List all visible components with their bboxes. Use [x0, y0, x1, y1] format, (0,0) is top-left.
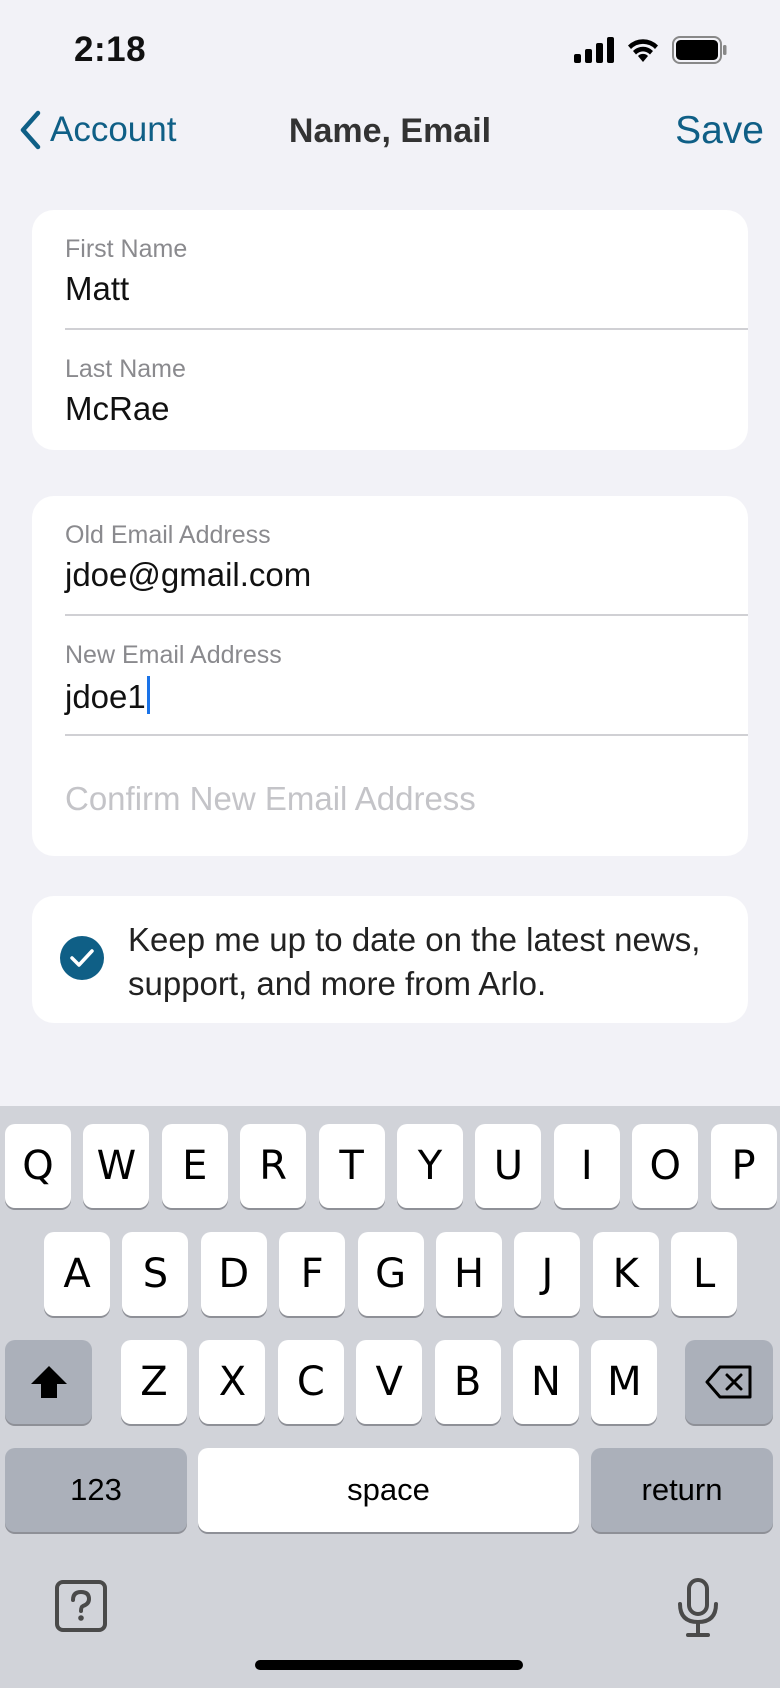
first-name-value: Matt	[65, 270, 130, 307]
page-title: Name, Email	[288, 112, 492, 150]
key-h[interactable]: H	[436, 1232, 502, 1316]
key-n[interactable]: N	[513, 1340, 579, 1424]
key-k[interactable]: K	[592, 1232, 659, 1316]
new-email-value: jdoe1	[65, 678, 146, 715]
optin-text: Keep me up to date on the latest news, s…	[128, 921, 701, 1002]
checkmark-icon	[70, 949, 94, 967]
battery-icon	[672, 36, 727, 64]
keyboard: QWERTYUIOP ASDFGHJKL ZXCVBNM 123 space r…	[0, 1106, 780, 1688]
key-r[interactable]: R	[240, 1124, 307, 1208]
key-s[interactable]: S	[122, 1232, 189, 1316]
confirm-email-placeholder: Confirm New Email Address	[65, 780, 476, 817]
status-icons	[574, 36, 728, 64]
first-name-label: First Name	[65, 235, 188, 263]
first-name-field[interactable]: First Name Matt	[32, 210, 748, 330]
return-key[interactable]: return	[591, 1448, 773, 1532]
key-p[interactable]: P	[710, 1124, 777, 1208]
name-card: First Name Matt Last Name McRae	[32, 210, 748, 450]
key-c[interactable]: C	[277, 1340, 344, 1424]
home-indicator	[255, 1660, 523, 1670]
status-bar: 2:18	[0, 0, 780, 100]
save-button[interactable]: Save	[675, 109, 764, 153]
delete-icon	[705, 1365, 752, 1399]
cellular-signal-icon	[574, 37, 614, 63]
shift-key[interactable]	[5, 1340, 92, 1424]
key-b[interactable]: B	[434, 1340, 501, 1424]
last-name-field[interactable]: Last Name McRae	[32, 330, 748, 450]
delete-key[interactable]	[685, 1340, 773, 1424]
numbers-key[interactable]: 123	[5, 1448, 187, 1532]
space-key[interactable]: space	[198, 1448, 579, 1532]
newsletter-optin-card: Keep me up to date on the latest news, s…	[32, 896, 748, 1023]
last-name-label: Last Name	[65, 355, 186, 383]
confirm-email-field[interactable]: Confirm New Email Address	[32, 736, 748, 856]
newsletter-optin[interactable]: Keep me up to date on the latest news, s…	[32, 896, 748, 1023]
key-m[interactable]: M	[591, 1340, 658, 1424]
key-u[interactable]: U	[475, 1124, 542, 1208]
key-o[interactable]: O	[632, 1124, 699, 1208]
key-d[interactable]: D	[200, 1232, 267, 1316]
key-x[interactable]: X	[199, 1340, 266, 1424]
old-email-label: Old Email Address	[65, 521, 271, 549]
checkbox-checked-icon[interactable]	[60, 936, 104, 980]
navigation-bar: Account Name, Email Save	[0, 100, 780, 166]
key-j[interactable]: J	[514, 1232, 581, 1316]
key-e[interactable]: E	[161, 1124, 228, 1208]
key-y[interactable]: Y	[397, 1124, 463, 1208]
old-email-value: jdoe@gmail.com	[65, 556, 312, 593]
last-name-value: McRae	[65, 390, 170, 427]
new-email-field[interactable]: New Email Address jdoe1	[32, 616, 748, 736]
question-icon[interactable]	[54, 1579, 108, 1633]
key-l[interactable]: L	[671, 1232, 738, 1316]
key-g[interactable]: G	[357, 1232, 424, 1316]
key-f[interactable]: F	[279, 1232, 346, 1316]
key-q[interactable]: Q	[5, 1124, 71, 1208]
key-z[interactable]: Z	[121, 1340, 187, 1424]
text-cursor	[146, 676, 150, 714]
status-time: 2:18	[74, 30, 147, 69]
old-email-field[interactable]: Old Email Address jdoe@gmail.com	[32, 496, 748, 616]
microphone-icon[interactable]	[675, 1578, 721, 1638]
key-t[interactable]: T	[318, 1124, 385, 1208]
new-email-label: New Email Address	[65, 641, 282, 669]
shift-icon	[30, 1366, 67, 1398]
key-v[interactable]: V	[356, 1340, 423, 1424]
wifi-icon	[628, 39, 658, 62]
email-card: Old Email Address jdoe@gmail.com New Ema…	[32, 496, 748, 856]
new-email-input[interactable]: jdoe1	[65, 676, 150, 716]
key-i[interactable]: I	[553, 1124, 620, 1208]
key-w[interactable]: W	[83, 1124, 150, 1208]
key-a[interactable]: A	[44, 1232, 110, 1316]
